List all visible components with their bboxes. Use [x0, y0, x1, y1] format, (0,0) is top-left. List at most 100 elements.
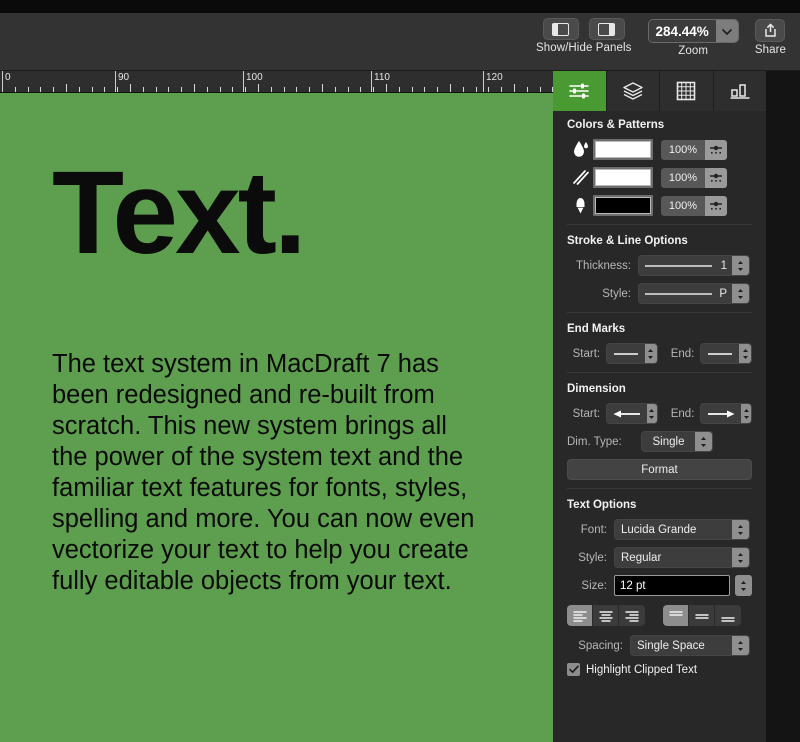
pattern-opacity-value[interactable]: 100% [661, 167, 705, 188]
tab-attributes[interactable] [553, 71, 607, 111]
ruler-label: 100 [246, 72, 263, 83]
dimension-start-stepper[interactable] [647, 404, 657, 423]
ruler-major-tick [483, 71, 484, 92]
dim-type-stepper[interactable] [695, 432, 712, 451]
ruler-tick [40, 87, 41, 92]
show-hide-left-panel-button[interactable] [542, 18, 579, 40]
ruler-tick [322, 84, 323, 92]
thickness-control[interactable]: 1 [638, 255, 750, 276]
share-button[interactable] [755, 19, 786, 42]
fill-opacity-value[interactable]: 100% [661, 139, 705, 160]
ruler-tick [488, 87, 489, 92]
stroke-style-value: P [719, 287, 727, 300]
spacing-popup[interactable]: Single Space [630, 635, 750, 656]
valign-top-button[interactable] [663, 605, 689, 626]
dimension-end-control[interactable] [700, 403, 753, 424]
pen-opacity-control[interactable]: 100% [661, 195, 727, 216]
ruler-tick [220, 87, 221, 92]
ruler-tick [194, 84, 195, 92]
horizontal-ruler[interactable]: 0 90 100 110 120 [0, 71, 553, 93]
text-style-stepper[interactable] [732, 548, 749, 567]
dimension-section: Dimension Start: End: Dim. Type: Single … [553, 375, 766, 491]
align-left-icon [572, 610, 587, 622]
spacing-stepper[interactable] [732, 636, 749, 655]
fill-opacity-control[interactable]: 100% [661, 139, 727, 160]
plain-line-icon-start[interactable] [607, 344, 645, 363]
font-row: Font: Lucida Grande [567, 519, 752, 540]
ruler-tick [15, 87, 16, 92]
pattern-opacity-control[interactable]: 100% [661, 167, 727, 188]
chevron-down-icon[interactable] [715, 20, 738, 42]
size-label: Size: [581, 579, 607, 592]
ruler-tick [540, 87, 541, 92]
tab-layers[interactable] [606, 71, 660, 111]
colors-patterns-title: Colors & Patterns [567, 119, 665, 131]
align-right-button[interactable] [619, 605, 645, 626]
end-marks-end-control[interactable] [700, 343, 753, 364]
stroke-style-control[interactable]: P [638, 283, 750, 304]
pen-pattern-menu-button[interactable] [705, 195, 727, 216]
ruler-tick [168, 87, 169, 92]
font-value[interactable]: Lucida Grande [615, 520, 732, 539]
canvas-body-text[interactable]: The text system in MacDraft 7 has been r… [52, 349, 482, 597]
fill-color-swatch[interactable] [593, 139, 653, 160]
show-hide-panels-label: Show/Hide Panels [535, 42, 632, 54]
dimension-end-stepper[interactable] [741, 404, 752, 423]
stroke-style-stepper[interactable] [732, 284, 749, 303]
dimension-endpoints-row: Start: End: [567, 403, 753, 424]
inspector-scroll-gutter[interactable] [766, 71, 800, 742]
pen-opacity-value[interactable]: 100% [661, 195, 705, 216]
zoom-value[interactable]: 284.44% [648, 20, 716, 42]
dim-type-popup[interactable]: Single [641, 431, 713, 452]
spacing-row: Spacing: Single Space [567, 635, 752, 656]
vertical-align-group [663, 605, 741, 626]
divider-2 [567, 312, 752, 313]
spacing-value[interactable]: Single Space [631, 636, 732, 655]
size-stepper[interactable] [735, 575, 752, 596]
tab-grid[interactable] [660, 71, 714, 111]
end-marks-start-control[interactable] [606, 343, 658, 364]
end-marks-end-stepper[interactable] [739, 344, 752, 363]
fill-pattern-menu-button[interactable] [705, 139, 727, 160]
arrow-right-icon[interactable] [701, 404, 741, 423]
ruler-tick [284, 87, 285, 92]
text-style-popup[interactable]: Regular [614, 547, 750, 568]
drawing-canvas[interactable]: Text. The text system in MacDraft 7 has … [0, 93, 553, 742]
zoom-combobox[interactable]: 284.44% [647, 19, 739, 43]
highlight-clipped-text-label: Highlight Clipped Text [586, 663, 698, 676]
ruler-label: 0 [5, 72, 11, 83]
tab-chart[interactable] [713, 71, 766, 111]
dim-type-value[interactable]: Single [642, 432, 695, 451]
size-input[interactable]: 12 pt [614, 575, 730, 596]
highlight-clipped-text-checkbox[interactable] [567, 663, 580, 676]
pen-color-swatch[interactable] [593, 195, 653, 216]
pattern-color-swatch[interactable] [593, 167, 653, 188]
text-style-value[interactable]: Regular [615, 548, 732, 567]
valign-middle-button[interactable] [689, 605, 715, 626]
plain-line-icon-end[interactable] [701, 344, 739, 363]
dimension-end-label: End: [670, 407, 695, 420]
checkmark-icon [568, 665, 579, 673]
dimension-start-control[interactable] [606, 403, 658, 424]
ruler-tick [104, 87, 105, 92]
end-marks-start-stepper[interactable] [645, 344, 657, 363]
font-stepper[interactable] [732, 520, 749, 539]
highlight-clipped-text-row[interactable]: Highlight Clipped Text [567, 663, 752, 676]
pattern-pattern-menu-button[interactable] [705, 167, 727, 188]
align-left-button[interactable] [567, 605, 593, 626]
dimension-format-button[interactable]: Format [567, 459, 752, 480]
ruler-tick [92, 87, 93, 92]
align-right-icon [625, 610, 639, 622]
ruler-tick [117, 87, 118, 92]
arrow-left-icon[interactable] [607, 404, 647, 423]
ruler-tick [501, 87, 502, 92]
canvas-title-text[interactable]: Text. [52, 154, 307, 272]
divider-4 [567, 488, 752, 489]
thickness-row: Thickness: 1 [567, 255, 752, 276]
valign-bottom-button[interactable] [715, 605, 741, 626]
panel-right-icon [598, 22, 616, 36]
align-center-button[interactable] [593, 605, 619, 626]
thickness-stepper[interactable] [732, 256, 749, 275]
font-popup[interactable]: Lucida Grande [614, 519, 750, 540]
show-hide-right-panel-button[interactable] [588, 18, 625, 40]
